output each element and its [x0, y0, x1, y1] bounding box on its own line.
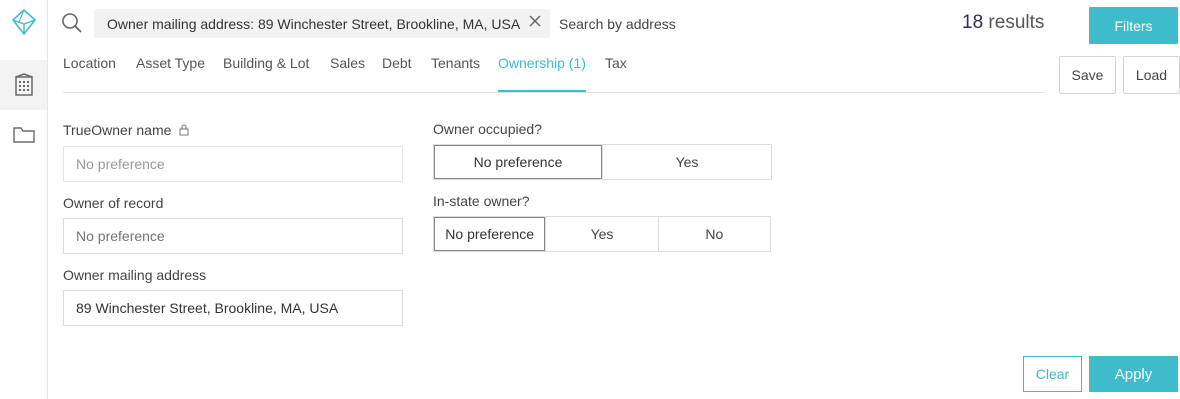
in-state-owner-toggle: No preference Yes No — [433, 216, 771, 252]
owner-occupied-toggle: No preference Yes — [433, 144, 772, 180]
search-icon[interactable] — [61, 12, 83, 34]
close-icon[interactable] — [528, 14, 542, 28]
results-count-label: results — [988, 12, 1045, 33]
clear-button[interactable]: Clear — [1023, 356, 1082, 392]
results-count: 18 results — [962, 12, 1072, 38]
search-input[interactable] — [553, 9, 813, 38]
logo-icon[interactable] — [0, 0, 47, 44]
owner-mailing-address-field[interactable] — [63, 290, 403, 326]
save-button[interactable]: Save — [1059, 56, 1116, 94]
tab-location[interactable]: Location — [63, 55, 116, 92]
tab-sales[interactable]: Sales — [330, 55, 365, 92]
tab-ownership[interactable]: Ownership (1) — [498, 55, 586, 92]
results-count-number: 18 — [962, 12, 984, 33]
tab-building-lot[interactable]: Building & Lot — [223, 55, 309, 92]
app: Owner mailing address: 89 Winchester Str… — [0, 0, 1180, 399]
apply-button[interactable]: Apply — [1089, 356, 1178, 392]
lock-icon — [179, 123, 189, 139]
tabs-divider — [63, 92, 1045, 93]
tab-tenants[interactable]: Tenants — [431, 55, 480, 92]
building-icon[interactable] — [0, 60, 47, 110]
search-filter-chip: Owner mailing address: 89 Winchester Str… — [94, 9, 550, 38]
tab-debt[interactable]: Debt — [382, 55, 412, 92]
load-button[interactable]: Load — [1123, 56, 1180, 94]
owner-mailing-address-label: Owner mailing address — [63, 267, 207, 283]
trueowner-name-label: TrueOwner name — [63, 122, 189, 139]
trueowner-name-field — [63, 146, 403, 182]
tab-tax[interactable]: Tax — [605, 55, 627, 92]
in-state-owner-label: In-state owner? — [433, 193, 530, 209]
owner-occupied-label: Owner occupied? — [433, 121, 542, 137]
folder-icon[interactable] — [0, 110, 47, 160]
in-state-owner-yes[interactable]: Yes — [545, 217, 657, 251]
left-rail — [0, 0, 48, 399]
tab-asset-type[interactable]: Asset Type — [136, 55, 205, 92]
owner-of-record-field[interactable] — [63, 218, 403, 254]
owner-of-record-label: Owner of record — [63, 195, 164, 211]
trueowner-name-label-text: TrueOwner name — [63, 122, 172, 138]
owner-occupied-no-preference[interactable]: No preference — [434, 145, 602, 179]
in-state-owner-no-preference[interactable]: No preference — [434, 217, 546, 251]
filters-button[interactable]: Filters — [1089, 7, 1178, 44]
owner-occupied-yes[interactable]: Yes — [602, 145, 771, 179]
in-state-owner-no[interactable]: No — [657, 217, 770, 251]
search-filter-chip-label: Owner mailing address: 89 Winchester Str… — [107, 15, 521, 32]
